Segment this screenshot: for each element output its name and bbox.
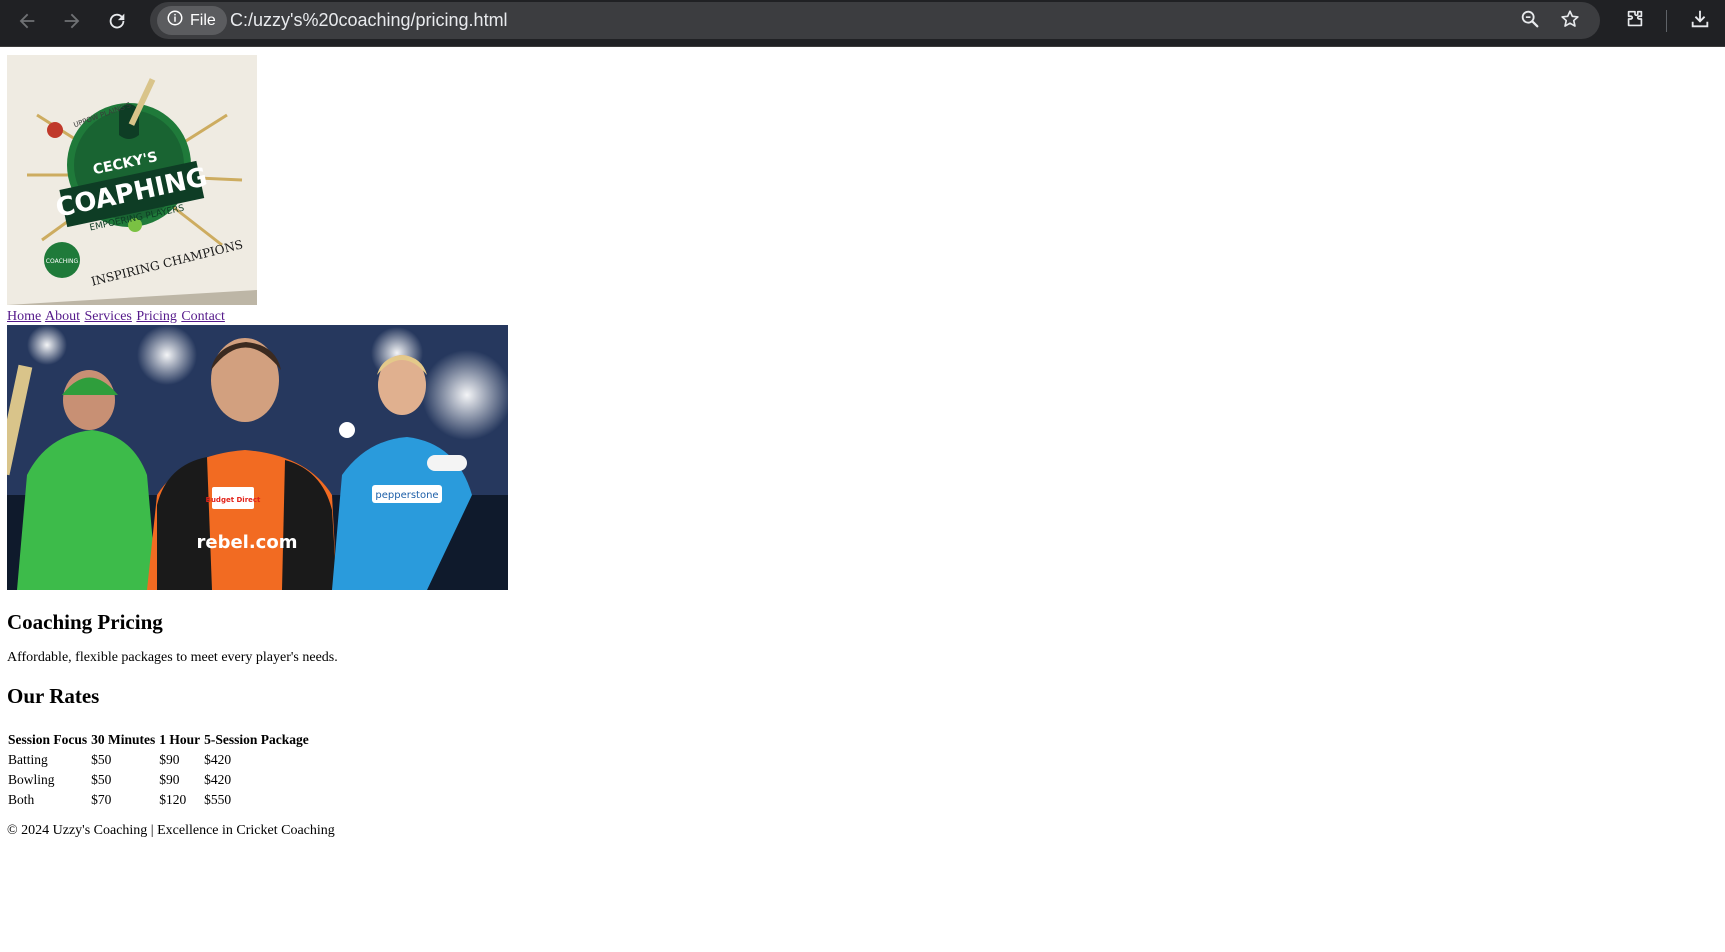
site-info-chip[interactable]: File [157, 6, 227, 35]
column-header: Session Focus [8, 732, 88, 747]
page-content: CECKY'S COAPHING EMPOERING PLAYERS UPPOW… [7, 55, 508, 839]
page-title: Coaching Pricing [7, 610, 163, 634]
hero-sponsor-budget: Budget Direct [206, 496, 261, 504]
back-arrow-icon [16, 10, 38, 37]
site-chip-label: File [190, 11, 216, 29]
table-cell: $120 [159, 792, 187, 807]
nav-link-contact[interactable]: Contact [181, 309, 225, 324]
toolbar-divider [1666, 10, 1667, 32]
browser-toolbar: File C:/uzzy's%20coaching/pricing.html [0, 0, 1725, 47]
table-cell: $50 [91, 752, 112, 767]
nav-link-pricing[interactable]: Pricing [136, 309, 176, 324]
main-nav: Home About Services Pricing Contact [7, 308, 508, 325]
logo-small-text: COACHING [46, 258, 79, 265]
hero-sponsor-pepperstone: pepperstone [375, 490, 438, 501]
zoom-icon [1519, 8, 1541, 35]
table-row: Batting $50 $90 $420 [7, 751, 310, 769]
bookmark-button[interactable] [1557, 8, 1583, 34]
nav-link-services[interactable]: Services [84, 309, 131, 324]
table-cell: $50 [91, 772, 112, 787]
forward-button[interactable] [57, 8, 87, 38]
rates-heading: Our Rates [7, 684, 100, 708]
nav-link-about[interactable]: About [45, 309, 80, 324]
zoom-button[interactable] [1517, 8, 1543, 34]
table-cell: $420 [204, 752, 232, 767]
table-row: Both $70 $120 $550 [7, 791, 310, 809]
table-cell: $420 [204, 772, 232, 787]
download-button[interactable] [1685, 6, 1715, 36]
reload-icon [106, 10, 128, 37]
column-header: 1 Hour [159, 732, 201, 747]
page-subtitle: Affordable, flexible packages to meet ev… [7, 650, 338, 665]
table-cell: Bowling [8, 772, 55, 787]
reload-button[interactable] [102, 8, 132, 38]
table-cell: Both [8, 792, 35, 807]
back-button[interactable] [12, 8, 42, 38]
info-icon [166, 9, 184, 32]
extensions-icon [1624, 8, 1646, 35]
star-icon [1559, 8, 1581, 35]
hero-shirt-text: rebel.com [197, 532, 298, 553]
column-header: 5-Session Package [204, 732, 309, 747]
table-row: Bowling $50 $90 $420 [7, 771, 310, 789]
table-cell: $90 [159, 772, 180, 787]
nav-link-home[interactable]: Home [7, 309, 41, 324]
hero-image: Budget Direct rebel.com pepperstone [7, 325, 508, 590]
table-header-row: Session Focus 30 Minutes 1 Hour 5-Sessio… [7, 731, 310, 749]
table-cell: $550 [204, 792, 232, 807]
footer-text: © 2024 Uzzy's Coaching | Excellence in C… [7, 823, 335, 838]
download-icon [1689, 8, 1711, 35]
pricing-table: Session Focus 30 Minutes 1 Hour 5-Sessio… [5, 729, 312, 811]
table-cell: $70 [91, 792, 112, 807]
column-header: 30 Minutes [91, 732, 156, 747]
table-cell: $90 [159, 752, 180, 767]
url-text[interactable]: C:/uzzy's%20coaching/pricing.html [230, 2, 508, 39]
forward-arrow-icon [61, 10, 83, 37]
address-bar[interactable]: File C:/uzzy's%20coaching/pricing.html [150, 2, 1600, 39]
extensions-button[interactable] [1620, 6, 1650, 36]
logo-image: CECKY'S COAPHING EMPOERING PLAYERS UPPOW… [7, 55, 257, 305]
table-cell: Batting [8, 752, 48, 767]
